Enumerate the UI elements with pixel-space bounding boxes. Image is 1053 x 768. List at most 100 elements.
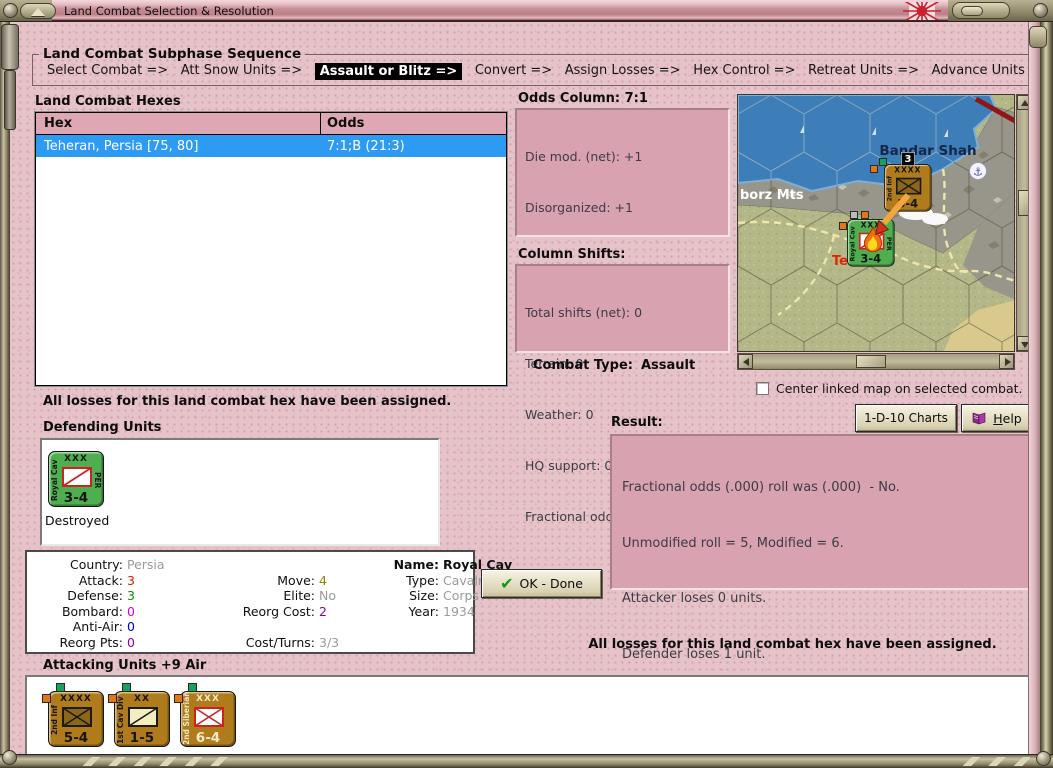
defending-unit-royal-cav[interactable]: XXX Royal Cav PER 3-4 — [48, 451, 104, 507]
reorg-cost-value: 2 — [319, 604, 381, 620]
map-label-mountains: borz Mts — [740, 188, 804, 203]
status-dot-orange — [870, 165, 878, 173]
scroll-right-button[interactable] — [999, 354, 1014, 369]
cost-turns-label: Cost/Turns: — [207, 635, 319, 651]
odds-line: Die mod. (net): +1 — [525, 148, 720, 165]
status-dot-green — [122, 683, 131, 692]
name-label: Name: — [381, 557, 443, 573]
window-control-button[interactable] — [952, 2, 1010, 19]
combat-type-value: Assault — [641, 358, 695, 373]
title-bar[interactable]: Land Combat Selection & Resolution — [0, 0, 1053, 22]
phase-select-combat[interactable]: Select Combat => — [47, 63, 168, 80]
status-dot-orange — [839, 222, 847, 230]
country-value: Persia — [127, 557, 207, 573]
frame-stripes — [955, 757, 1030, 766]
anchor-glyph: ⚓ — [973, 166, 983, 179]
unit-strength: 5-4 — [49, 730, 103, 746]
column-shifts-title: Column Shifts: — [518, 247, 625, 262]
status-dot-green — [188, 683, 197, 692]
frame-ornament — [1, 24, 19, 70]
cost-turns-value: 3/3 — [319, 635, 381, 651]
table-header: Hex Odds — [36, 113, 506, 135]
center-map-label: Center linked map on selected combat. — [776, 381, 1023, 396]
attacking-unit-2nd-inf[interactable]: XXXX 2nd Inf 5-4 — [48, 691, 104, 747]
stack-count-badge: 3 — [901, 152, 915, 166]
type-label: Type: — [381, 573, 443, 589]
elite-label: Elite: — [207, 588, 319, 604]
frame-ornament — [4, 70, 16, 130]
bombard-value: 0 — [127, 604, 207, 620]
combat-hexes-table[interactable]: Hex Odds Teheran, Persia [75, 80] 7:1;B … — [35, 112, 507, 386]
defense-value: 3 — [127, 588, 207, 604]
attack-label: Attack: — [31, 573, 127, 589]
result-line: Attacker loses 0 units. — [622, 590, 1018, 609]
move-label: Move: — [207, 573, 319, 589]
reorg-pts-label: Reorg Pts: — [31, 635, 127, 651]
combat-type-row: Combat Type:Assault — [533, 358, 703, 373]
check-icon: ✔ — [500, 577, 513, 591]
dialog-surface: Land Combat Subphase Sequence Select Com… — [10, 22, 1040, 754]
bombard-label: Bombard: — [31, 604, 127, 620]
charts-button[interactable]: 1-D-10 Charts — [855, 404, 957, 432]
odds-line: Disorganized: +1 — [525, 199, 720, 216]
status-dot-orange — [108, 694, 117, 703]
unit-strength: 1-5 — [115, 730, 169, 746]
losses-assigned-message: All losses for this land combat hex have… — [43, 394, 451, 409]
help-book-icon — [971, 411, 987, 425]
scroll-left-button[interactable] — [738, 354, 753, 369]
horizontal-scroll-thumb[interactable] — [856, 355, 886, 368]
ok-done-button[interactable]: ✔ OK - Done — [481, 569, 602, 598]
help-button[interactable]: Help — [961, 404, 1032, 432]
triangle-icon — [31, 8, 45, 16]
attacking-unit-1st-cav-div[interactable]: XX 1st Cav Div 1-5 — [114, 691, 170, 747]
column-header-hex: Hex — [36, 113, 321, 134]
attacking-units-title: Attacking Units +9 Air — [43, 658, 206, 673]
combat-hexes-title: Land Combat Hexes — [35, 94, 181, 109]
unit-strength: 3-4 — [49, 490, 103, 506]
window-menu-button[interactable] — [20, 3, 56, 19]
odds-cell: 7:1;B (21:3) — [321, 139, 506, 154]
result-panel: Fractional odds (.000) roll was (.000) -… — [610, 434, 1030, 590]
defense-label: Defense: — [31, 588, 127, 604]
phase-advance-units[interactable]: Advance Units — [932, 63, 1025, 80]
anti-air-value: 0 — [127, 619, 207, 635]
move-value: 4 — [319, 573, 381, 589]
map-horizontal-scrollbar[interactable] — [737, 353, 1015, 370]
elite-value: No — [319, 588, 381, 604]
screw-icon — [2, 750, 17, 765]
phase-convert[interactable]: Convert => — [475, 63, 552, 80]
status-dot-orange — [42, 694, 51, 703]
charts-button-label: 1-D-10 Charts — [864, 411, 948, 425]
reorg-pts-value: 0 — [127, 635, 207, 651]
anti-air-label: Anti-Air: — [31, 619, 127, 635]
result-title: Result: — [611, 415, 663, 430]
phase-hex-control[interactable]: Hex Control => — [693, 63, 795, 80]
year-value: 1934 — [443, 604, 512, 620]
unit-details-panel: Country: Persia Name: Royal Cav Attack: … — [25, 550, 475, 654]
shift-line: Total shifts (net): 0 — [525, 304, 720, 321]
screw-icon — [1033, 3, 1048, 18]
phase-retreat-units[interactable]: Retreat Units => — [808, 63, 919, 80]
window-frame-right — [1040, 22, 1053, 754]
center-map-checkbox[interactable] — [756, 382, 769, 395]
status-dot-green — [56, 683, 65, 692]
frame-stripes — [75, 757, 235, 766]
hex-cell: Teheran, Persia [75, 80] — [36, 135, 321, 157]
phase-att-snow-units[interactable]: Att Snow Units => — [181, 63, 302, 80]
attacking-unit-2nd-siberian[interactable]: XXX 2nd Siberian 6-4 — [180, 691, 236, 747]
phase-assign-losses[interactable]: Assign Losses => — [565, 63, 681, 80]
size-label: Size: — [381, 588, 443, 604]
screw-icon — [1036, 751, 1051, 766]
left-arrow-icon — [743, 358, 749, 366]
table-row[interactable]: Teheran, Persia [75, 80] 7:1;B (21:3) — [36, 135, 506, 157]
ok-button-label: OK - Done — [520, 576, 583, 591]
cavalry-symbol-icon — [62, 467, 92, 487]
subphase-sequence-group: Land Combat Subphase Sequence Select Com… — [32, 46, 1036, 86]
result-line: Unmodified roll = 5, Modified = 6. — [622, 535, 1018, 554]
center-map-row: Center linked map on selected combat. — [756, 381, 1023, 396]
sequence-steps: Select Combat => Att Snow Units => Assau… — [33, 62, 1035, 80]
map[interactable]: ⚓ borz Mts Bandar Shah Teh XXXX 2nd Inf … — [737, 94, 1015, 352]
reorg-cost-label: Reorg Cost: — [207, 604, 319, 620]
rising-sun-flag-icon — [902, 2, 942, 20]
phase-assault-or-blitz[interactable]: Assault or Blitz => — [315, 63, 463, 80]
